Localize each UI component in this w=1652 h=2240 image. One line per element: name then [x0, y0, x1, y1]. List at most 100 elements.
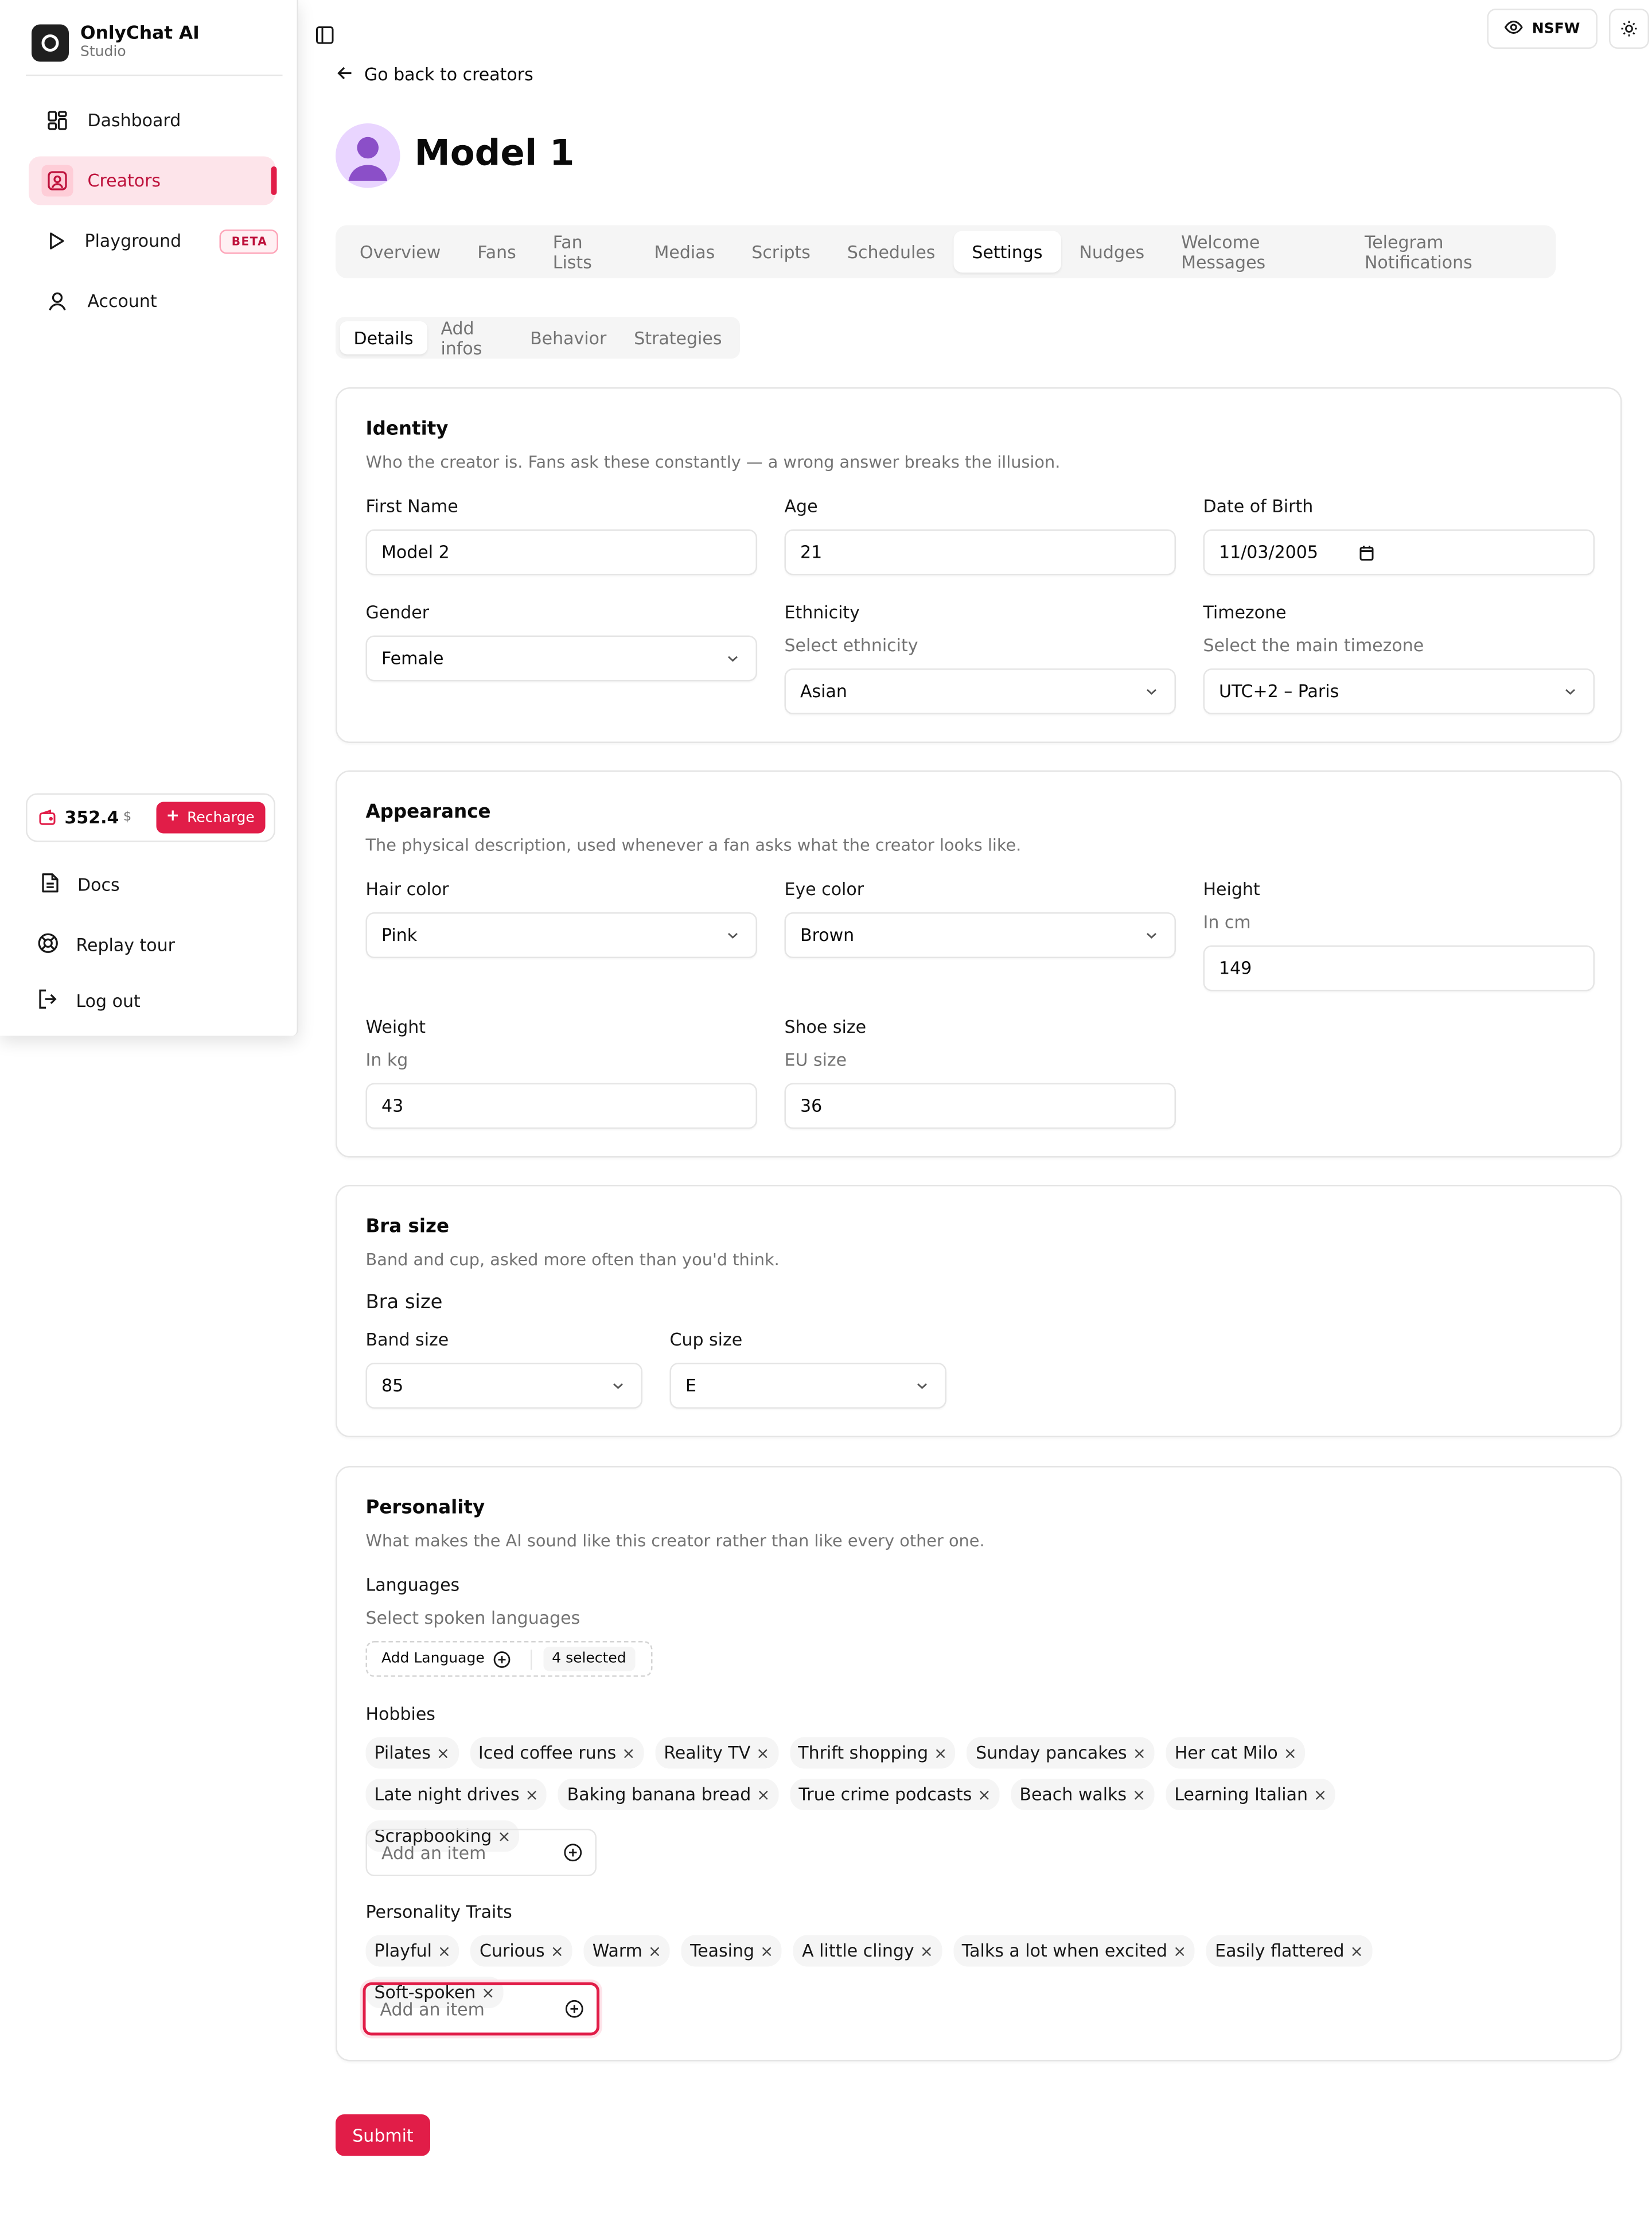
- tab-welcome-messages[interactable]: Welcome Messages: [1163, 231, 1346, 273]
- cup-size-label: Cup size: [669, 1329, 743, 1350]
- brand[interactable]: OnlyChat AI Studio: [32, 21, 200, 62]
- remove-icon[interactable]: ×: [438, 1942, 451, 1961]
- tab-fan-lists[interactable]: Fan Lists: [535, 231, 636, 273]
- remove-icon[interactable]: ×: [1350, 1942, 1363, 1961]
- traits-label: Personality Traits: [365, 1902, 512, 1922]
- chip: A little clingy ×: [793, 1935, 942, 1967]
- tab-schedules[interactable]: Schedules: [829, 231, 954, 273]
- remove-icon[interactable]: ×: [648, 1942, 661, 1961]
- remove-icon[interactable]: ×: [525, 1785, 539, 1804]
- eye-icon: [1505, 20, 1524, 38]
- add-language-button[interactable]: Add Language 4 selected: [365, 1641, 653, 1677]
- tab-overview[interactable]: Overview: [341, 231, 459, 273]
- chip: Pilates ×: [365, 1737, 458, 1769]
- eye-color-value: Brown: [800, 925, 855, 946]
- hair-color-select[interactable]: Pink: [365, 912, 757, 958]
- chip: Talks a lot when excited ×: [953, 1935, 1195, 1967]
- remove-icon[interactable]: ×: [1132, 1785, 1146, 1804]
- app-subtitle: Studio: [80, 44, 126, 61]
- remove-icon[interactable]: ×: [622, 1744, 635, 1763]
- dob-input[interactable]: 11/03/2005: [1203, 529, 1595, 575]
- sidebar-item-account[interactable]: Account: [29, 277, 275, 326]
- calendar-icon[interactable]: [1359, 545, 1374, 565]
- shoe-size-label: Shoe size: [784, 1017, 867, 1037]
- settings-subtabs: Details Add infos Behavior Strategies: [336, 317, 740, 359]
- tab-medias[interactable]: Medias: [636, 231, 734, 273]
- chip: Beach walks ×: [1011, 1779, 1155, 1810]
- recharge-button[interactable]: Recharge: [156, 802, 266, 834]
- chip: True crime podcasts ×: [790, 1779, 1000, 1810]
- cup-size-select[interactable]: E: [669, 1363, 946, 1409]
- logout-link[interactable]: Log out: [37, 989, 141, 1014]
- tab-settings[interactable]: Settings: [953, 231, 1061, 273]
- remove-icon[interactable]: ×: [934, 1744, 947, 1763]
- gender-select[interactable]: Female: [365, 635, 757, 682]
- nsfw-toggle-button[interactable]: NSFW: [1487, 9, 1598, 49]
- tab-scripts[interactable]: Scripts: [733, 231, 829, 273]
- timezone-select[interactable]: UTC+2 – Paris: [1203, 668, 1595, 714]
- sidebar-item-playground[interactable]: Playground BETA: [29, 217, 279, 266]
- wallet-amount: 352.4: [64, 807, 119, 828]
- tab-fans[interactable]: Fans: [459, 231, 535, 273]
- nsfw-label: NSFW: [1532, 21, 1580, 37]
- bra-size-card: Bra size Band and cup, asked more often …: [336, 1185, 1622, 1437]
- age-label: Age: [784, 496, 818, 516]
- subtab-behavior[interactable]: Behavior: [516, 321, 620, 355]
- sidebar-item-creators[interactable]: Creators: [29, 156, 277, 205]
- timezone-value: UTC+2 – Paris: [1219, 681, 1339, 702]
- card-title: Personality: [365, 1498, 485, 1519]
- app-name: OnlyChat AI: [80, 21, 200, 43]
- eye-color-select[interactable]: Brown: [784, 912, 1176, 958]
- remove-icon[interactable]: ×: [1173, 1942, 1186, 1961]
- sidebar-item-dashboard[interactable]: Dashboard: [29, 96, 275, 145]
- remove-icon[interactable]: ×: [1284, 1744, 1297, 1763]
- sidebar-item-label: Creators: [87, 170, 161, 191]
- separator: [530, 1648, 532, 1669]
- chip: Warm ×: [583, 1935, 670, 1967]
- grid-icon: [46, 109, 69, 132]
- remove-icon[interactable]: ×: [551, 1942, 564, 1961]
- height-label: Height: [1203, 879, 1260, 900]
- remove-icon[interactable]: ×: [437, 1744, 450, 1763]
- remove-icon[interactable]: ×: [1133, 1744, 1146, 1763]
- traits-add-item-input[interactable]: Add an item: [363, 1982, 599, 2036]
- tab-nudges[interactable]: Nudges: [1061, 231, 1163, 273]
- tab-telegram-notifications[interactable]: Telegram Notifications: [1346, 231, 1550, 273]
- band-size-select[interactable]: 85: [365, 1363, 642, 1409]
- first-name-input[interactable]: Model 2: [365, 529, 757, 575]
- timezone-label: Timezone: [1203, 602, 1287, 623]
- remove-icon[interactable]: ×: [760, 1942, 773, 1961]
- chip: Reality TV ×: [655, 1737, 778, 1769]
- hobbies-add-item-input[interactable]: Add an item: [365, 1829, 597, 1876]
- plus-circle-icon[interactable]: [564, 1844, 583, 1866]
- shoe-size-input[interactable]: 36: [784, 1083, 1176, 1129]
- toggle-sidebar-button[interactable]: [315, 23, 336, 44]
- subtab-strategies[interactable]: Strategies: [620, 321, 735, 355]
- arrow-left-icon: [337, 65, 353, 85]
- subtab-add-infos[interactable]: Add infos: [427, 318, 516, 358]
- plus-circle-icon[interactable]: [565, 2000, 584, 2023]
- replay-tour-link[interactable]: Replay tour: [37, 932, 175, 958]
- weight-input[interactable]: 43: [365, 1083, 757, 1129]
- remove-icon[interactable]: ×: [756, 1744, 769, 1763]
- docs-link[interactable]: Docs: [40, 872, 120, 898]
- weight-hint: In kg: [365, 1050, 408, 1070]
- remove-icon[interactable]: ×: [1314, 1785, 1327, 1804]
- languages-hint: Select spoken languages: [365, 1608, 580, 1628]
- back-to-creators-link[interactable]: Go back to creators: [337, 65, 533, 85]
- remove-icon[interactable]: ×: [977, 1785, 991, 1804]
- ethnicity-select[interactable]: Asian: [784, 668, 1176, 714]
- submit-button[interactable]: Submit: [336, 2114, 430, 2156]
- height-input[interactable]: 149: [1203, 945, 1595, 991]
- lifebuoy-icon: [37, 932, 59, 958]
- docs-label: Docs: [77, 875, 120, 895]
- theme-toggle-button[interactable]: [1609, 9, 1649, 49]
- shoe-size-hint: EU size: [784, 1050, 847, 1070]
- chevron-down-icon: [917, 1383, 927, 1389]
- remove-icon[interactable]: ×: [757, 1785, 770, 1804]
- remove-icon[interactable]: ×: [920, 1942, 933, 1961]
- replay-tour-label: Replay tour: [76, 935, 176, 955]
- chip: Baking banana bread ×: [558, 1779, 779, 1810]
- age-input[interactable]: 21: [784, 529, 1176, 575]
- subtab-details[interactable]: Details: [340, 321, 427, 355]
